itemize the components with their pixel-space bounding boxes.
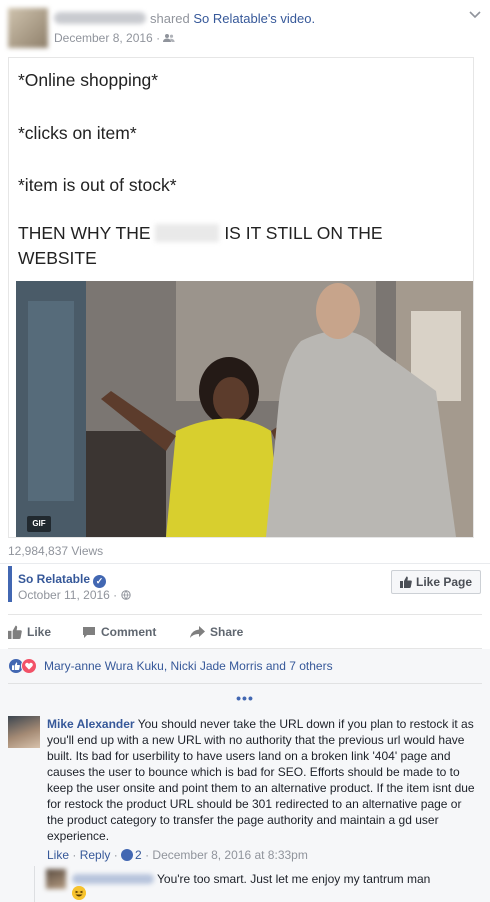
- view-count: 12,984,837 Views: [8, 544, 104, 558]
- chevron-down-icon[interactable]: [468, 8, 482, 22]
- post-date[interactable]: December 8, 2016: [54, 31, 153, 45]
- love-reaction-icon: [21, 658, 37, 674]
- comment-bubble-icon: [83, 626, 95, 638]
- shared-text: shared: [150, 11, 190, 26]
- reply-thread-line: [34, 866, 35, 902]
- censored-word: [155, 224, 220, 242]
- post-meta: December 8, 2016 ·: [54, 31, 176, 45]
- shared-page-link[interactable]: So Relatable: [193, 11, 267, 26]
- reply-text: You're too smart. Just let me enjoy my t…: [157, 872, 431, 886]
- meme-line-1: *Online shopping*: [18, 70, 159, 90]
- sharer-name-redacted[interactable]: [54, 12, 146, 24]
- comment-timestamp[interactable]: December 8, 2016 at 8:33pm: [152, 848, 307, 862]
- like-button[interactable]: Like: [8, 622, 51, 642]
- globe-icon[interactable]: [120, 590, 131, 600]
- meme-line-4: THEN WHY THE IS IT STILL ON THE: [18, 223, 383, 244]
- commenter-avatar[interactable]: [8, 716, 40, 748]
- reaction-icons[interactable]: [8, 658, 37, 674]
- meme-line-3: *item is out of stock*: [18, 175, 177, 195]
- source-date[interactable]: October 11, 2016 ·: [18, 588, 117, 602]
- reactors-list[interactable]: Mary-anne Wura Kuku, Nicki Jade Morris a…: [44, 659, 333, 673]
- post-header: shared So Relatable's video.: [54, 11, 315, 26]
- comment-body: Mike Alexander You should never take the…: [47, 716, 477, 844]
- source-date-line: October 11, 2016 ·: [18, 588, 131, 602]
- comment-like-count[interactable]: 2: [135, 848, 142, 862]
- meme-line-4-end: IS IT STILL ON THE: [224, 223, 383, 243]
- divider: [8, 614, 482, 615]
- shared-page-suffix: 's video.: [267, 11, 316, 26]
- comment-button[interactable]: Comment: [82, 622, 156, 642]
- divider: [8, 683, 482, 684]
- meta-separator: ·: [156, 31, 161, 45]
- meme-card[interactable]: *Online shopping* *clicks on item* *item…: [8, 57, 474, 538]
- commenter-name[interactable]: Mike Alexander: [47, 717, 135, 731]
- meta-separator: ·: [141, 848, 153, 862]
- meme-line-4-start: THEN WHY THE: [18, 223, 151, 243]
- share-arrow-icon: [190, 626, 205, 638]
- sharer-avatar[interactable]: [8, 8, 48, 48]
- like-count-icon: [121, 849, 134, 861]
- comment-like-link[interactable]: Like: [47, 848, 69, 862]
- friends-privacy-icon[interactable]: [163, 33, 176, 43]
- thumbs-up-icon: [399, 576, 412, 588]
- source-page-name[interactable]: So Relatable ✓: [18, 572, 107, 588]
- like-page-button[interactable]: Like Page: [391, 570, 481, 594]
- comment-text: You should never take the URL down if yo…: [47, 717, 475, 843]
- divider: [0, 563, 490, 564]
- comment-reply-link[interactable]: Reply: [80, 848, 111, 862]
- gif-video-frame[interactable]: [16, 281, 473, 537]
- more-comments-icon[interactable]: •••: [232, 690, 258, 706]
- comment-meta: Like · Reply · 2 · December 8, 2016 at 8…: [47, 848, 308, 862]
- verified-badge-icon: ✓: [93, 575, 107, 588]
- comment-label: Comment: [101, 625, 157, 639]
- laughing-emoji-icon: [72, 886, 86, 900]
- share-button[interactable]: Share: [190, 622, 243, 642]
- like-page-label: Like Page: [415, 575, 473, 589]
- meme-line-2: *clicks on item*: [18, 123, 137, 143]
- like-label: Like: [27, 625, 52, 639]
- replier-name-redacted[interactable]: [72, 874, 154, 884]
- reply-line: You're too smart. Just let me enjoy my t…: [72, 872, 430, 886]
- meme-line-5: WEBSITE: [18, 248, 97, 268]
- gif-badge: GIF: [27, 516, 51, 532]
- meta-separator: ·: [110, 848, 122, 862]
- gif-scene-illustration: [16, 281, 473, 537]
- share-label: Share: [210, 625, 244, 639]
- thumbs-up-icon: [8, 625, 22, 639]
- page-accent-bar: [8, 566, 12, 602]
- meta-separator: ·: [69, 848, 80, 862]
- source-page-label[interactable]: So Relatable: [18, 572, 90, 586]
- replier-avatar[interactable]: [46, 869, 66, 889]
